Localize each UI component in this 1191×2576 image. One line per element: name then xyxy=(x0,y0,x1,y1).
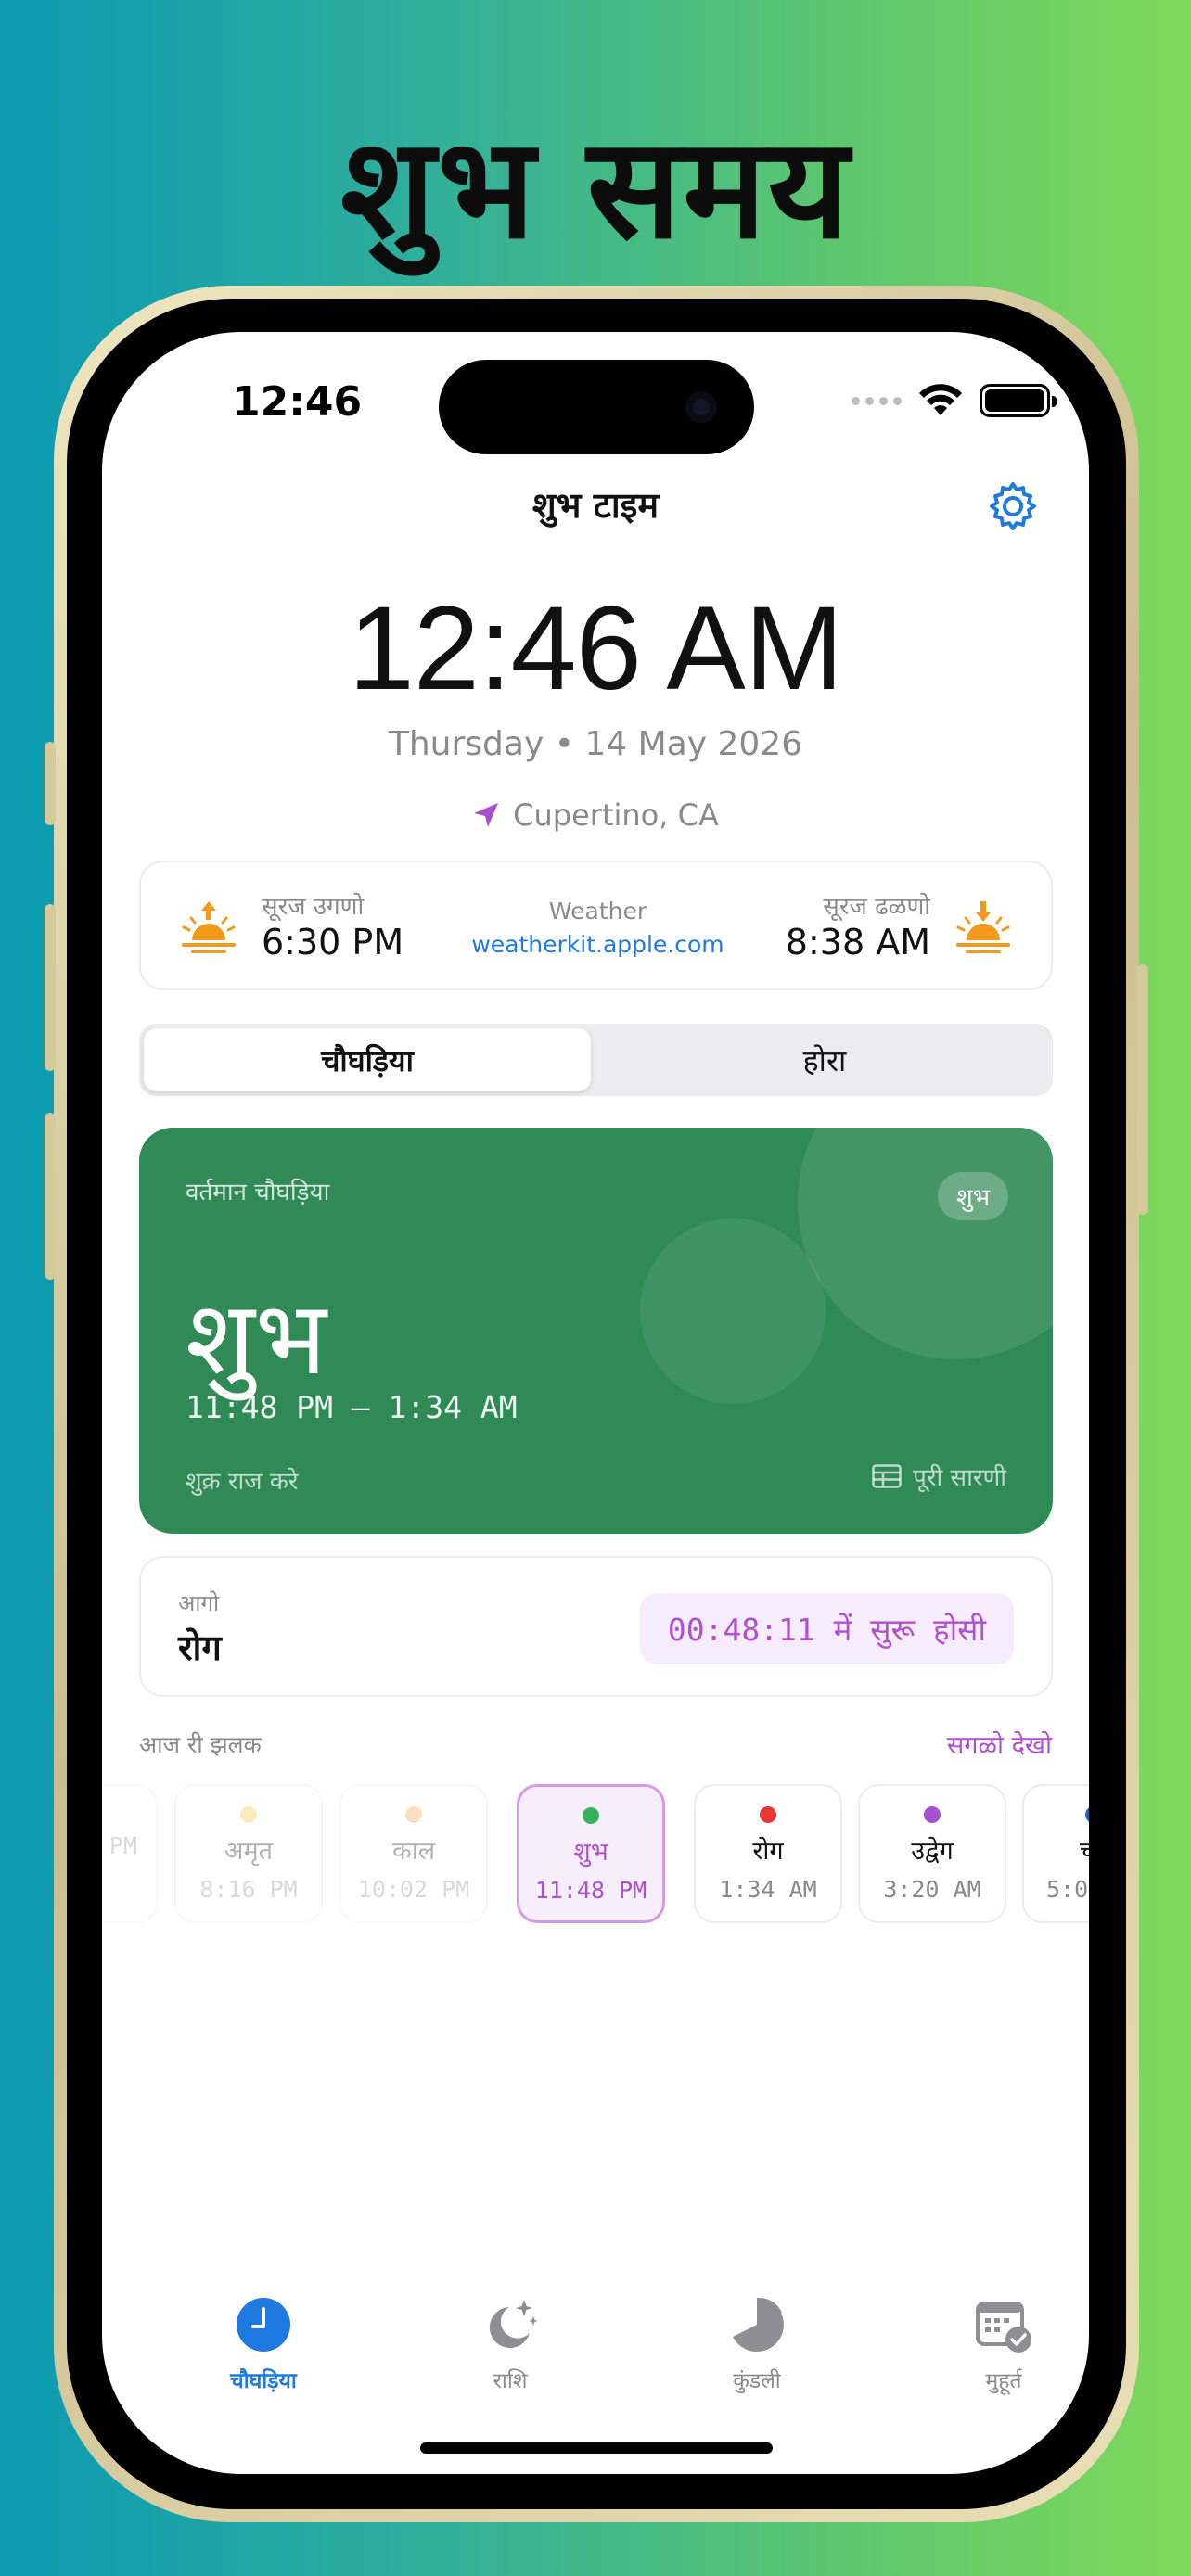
list-item[interactable]: काल 10:02 PM xyxy=(339,1784,488,1923)
tab-label: चौघड़िया xyxy=(230,2369,297,2393)
tab-hora[interactable]: होरा xyxy=(601,1028,1048,1091)
dynamic-island xyxy=(439,360,754,454)
tab-bar: चौघड़िया राशि कुंडली मुहूर्त xyxy=(102,2296,1089,2407)
dot-icon xyxy=(583,1807,599,1824)
dot-icon xyxy=(924,1806,941,1823)
ruling-planet: शुक्र राज करे xyxy=(186,1468,299,1496)
side-button xyxy=(1137,964,1148,1215)
headline: शुभ समय xyxy=(340,108,851,270)
nav-title: शुभ टाइम xyxy=(531,485,660,526)
next-choghadiya-card: आगो रोग 00:48:11 में सुरू होसी xyxy=(139,1556,1053,1697)
list-item[interactable]: च 5:0 xyxy=(1022,1784,1089,1923)
sun-card: सूरज उगणो 6:30 PM Weather weatherkit.app… xyxy=(139,861,1053,990)
dot-icon xyxy=(1085,1806,1089,1823)
pie-chart-icon xyxy=(733,2298,784,2352)
home-indicator[interactable] xyxy=(420,2442,773,2454)
tab-muhurat-nav[interactable]: मुहूर्त xyxy=(939,2296,1069,2394)
table-icon xyxy=(872,1464,902,1488)
next-name: रोग xyxy=(178,1627,222,1668)
location-label: Cupertino, CA xyxy=(513,797,719,833)
today-strip: PM अमृत 8:16 PM काल 10:02 PM शुभ 11:48 P… xyxy=(102,1784,1089,1929)
phone-screen: 12:46 शुभ टाइम 12:46 AM Thursday • 14 Ma… xyxy=(102,332,1089,2474)
sunset-icon xyxy=(956,901,1010,953)
current-date: Thursday • 14 May 2026 xyxy=(388,725,803,763)
section-title: आज री झलक xyxy=(139,1731,262,1758)
tab-label: मुहूर्त xyxy=(985,2369,1022,2393)
see-all-link[interactable]: सगळो देखो xyxy=(947,1727,1052,1761)
wifi-icon xyxy=(919,384,962,415)
current-time: 12:46 AM xyxy=(348,582,844,715)
current-time-range: 11:48 PM – 1:34 AM xyxy=(186,1389,518,1425)
tab-choghadiya[interactable]: चौघड़िया xyxy=(144,1028,591,1091)
view-segmented-control: चौघड़िया होरा xyxy=(139,1024,1053,1096)
tab-choghadiya-nav[interactable]: चौघड़िया xyxy=(198,2296,328,2394)
status-badge: शुभ xyxy=(938,1172,1008,1220)
next-label: आगो xyxy=(178,1590,220,1616)
dot-icon xyxy=(240,1806,257,1823)
tab-kundali-nav[interactable]: कुंडली xyxy=(692,2296,822,2394)
action-button xyxy=(45,742,56,825)
sunset-time: 8:38 AM xyxy=(785,922,930,963)
battery-icon xyxy=(980,384,1057,417)
decorative-circle xyxy=(798,1128,1053,1359)
list-item[interactable]: उद्वेग 3:20 AM xyxy=(858,1784,1006,1923)
tab-label: कुंडली xyxy=(733,2369,781,2393)
camera-icon xyxy=(685,391,717,423)
location-arrow-icon xyxy=(474,803,499,827)
status-time: 12:46 xyxy=(232,378,363,426)
moon-stars-icon xyxy=(489,2300,538,2348)
dot-icon xyxy=(760,1806,776,1823)
full-table-label: पूरी सारणी xyxy=(913,1464,1006,1492)
gear-icon[interactable] xyxy=(985,478,1041,534)
countdown-badge: 00:48:11 में सुरू होसी xyxy=(639,1593,1014,1664)
current-name: शुभ xyxy=(186,1279,327,1397)
list-item-current[interactable]: शुभ 11:48 PM xyxy=(517,1784,665,1923)
sunset-label: सूरज ढळणो xyxy=(823,893,930,921)
current-choghadiya-card[interactable]: वर्तमान चौघड़िया शुभ शुभ 11:48 PM – 1:34… xyxy=(139,1128,1053,1534)
status-icons xyxy=(852,384,1057,417)
current-label: वर्तमान चौघड़िया xyxy=(186,1179,330,1206)
list-item[interactable]: अमृत 8:16 PM xyxy=(174,1784,323,1923)
full-table-link[interactable]: पूरी सारणी xyxy=(872,1460,1006,1493)
clock-icon xyxy=(237,2298,290,2352)
signal-icon xyxy=(852,396,902,405)
decorative-circle xyxy=(640,1218,826,1404)
volume-down-button xyxy=(45,1113,56,1280)
volume-up-button xyxy=(45,904,56,1071)
calendar-check-icon xyxy=(976,2302,1031,2353)
list-item[interactable]: रोग 1:34 AM xyxy=(694,1784,842,1923)
list-item[interactable]: PM xyxy=(102,1784,158,1923)
tab-rashi-nav[interactable]: राशि xyxy=(445,2296,575,2394)
location-row[interactable]: Cupertino, CA xyxy=(102,797,1089,833)
tab-label: राशि xyxy=(493,2369,528,2393)
dot-icon xyxy=(405,1806,422,1823)
